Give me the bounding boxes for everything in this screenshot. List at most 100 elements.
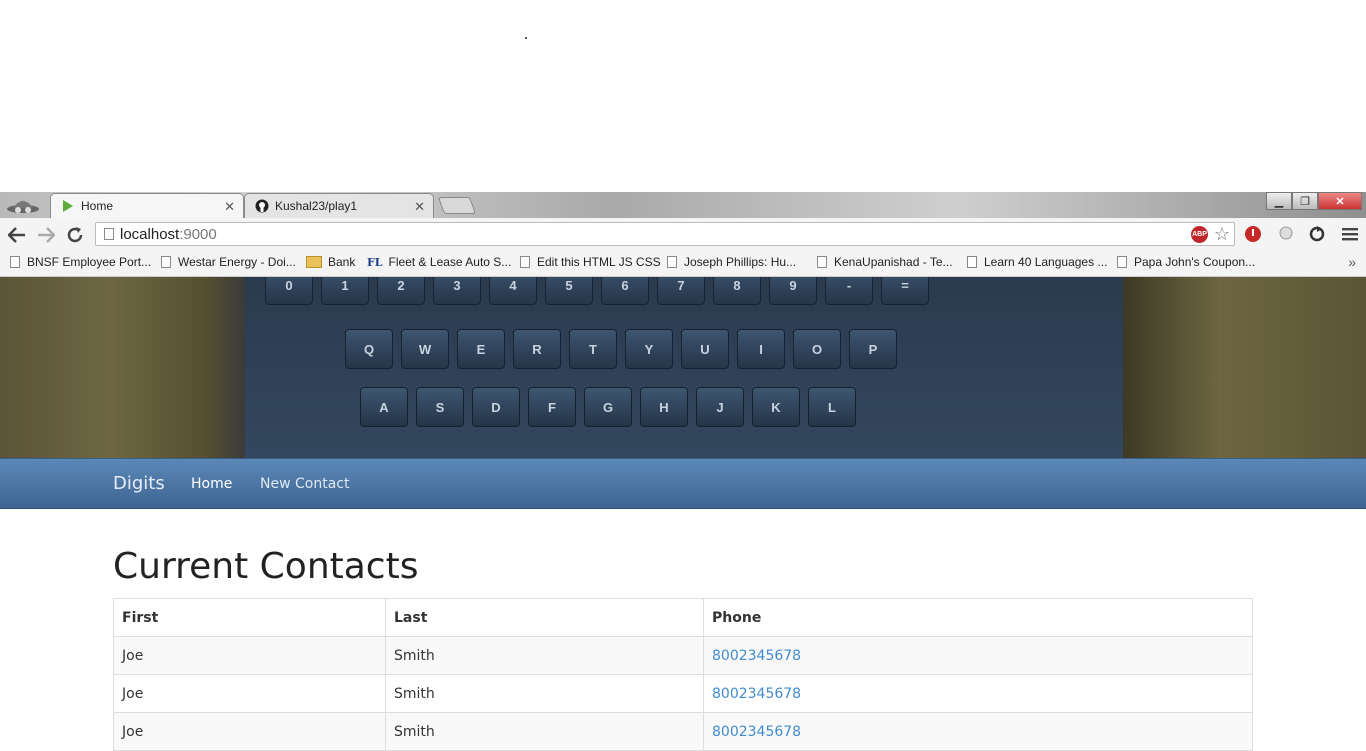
keyboard-key: 4 — [489, 277, 537, 305]
address-url[interactable]: localhost:9000 — [120, 226, 217, 243]
keyboard-key: P — [849, 329, 897, 369]
keyboard-key: D — [472, 387, 520, 427]
keyboard-key: E — [457, 329, 505, 369]
site-navbar: Digits Home New Contact — [0, 458, 1366, 509]
page-icon — [104, 228, 114, 240]
keyboard-key: G — [584, 387, 632, 427]
back-button[interactable] — [6, 224, 28, 246]
close-window-button[interactable]: ✕ — [1318, 192, 1362, 210]
close-tab-icon[interactable]: ✕ — [414, 199, 425, 215]
tab-title: Home — [81, 199, 114, 213]
first-name-cell: Joe — [113, 712, 386, 751]
restore-button[interactable]: ❐ — [1292, 192, 1318, 210]
keyboard-key: = — [881, 277, 929, 305]
first-name-cell: Joe — [113, 636, 386, 675]
last-name-cell: Smith — [385, 712, 704, 751]
stop-extension-icon[interactable] — [1244, 225, 1262, 243]
sync-extension-icon[interactable] — [1308, 225, 1326, 243]
close-tab-icon[interactable]: ✕ — [224, 199, 235, 215]
nav-new-contact-link[interactable]: New Contact — [260, 476, 349, 492]
browser-toolbar: localhost:9000 ABP ☆ — [0, 218, 1366, 252]
bookmark-item[interactable]: Learn 40 Languages ... — [967, 255, 1107, 269]
brand-link[interactable]: Digits — [113, 473, 165, 494]
keyboard-key: 0 — [265, 277, 313, 305]
fl-icon: FL — [367, 255, 383, 269]
bookmark-item[interactable]: Papa John's Coupon... — [1117, 255, 1255, 269]
nav-home-link[interactable]: Home — [191, 476, 232, 492]
phone-cell: 8002345678 — [703, 636, 1253, 675]
folder-icon — [306, 256, 322, 268]
bookmark-item[interactable]: Westar Energy - Doi... — [161, 255, 296, 269]
new-tab-button[interactable] — [437, 197, 477, 214]
browser-tab-strip: Home ✕ Kushal23/play1 ✕ ▁ ❐ ✕ — [0, 192, 1366, 218]
page-icon — [161, 256, 171, 268]
keyboard-key: O — [793, 329, 841, 369]
keyboard-row: ASDFGHJKL — [360, 387, 856, 427]
page-icon — [667, 256, 677, 268]
moss-texture — [1123, 277, 1366, 458]
keyboard-key: K — [752, 387, 800, 427]
keyboard-key: 1 — [321, 277, 369, 305]
page-icon — [520, 256, 530, 268]
page-icon — [10, 256, 20, 268]
forward-button[interactable] — [35, 224, 57, 246]
column-header-first: First — [113, 598, 386, 637]
reload-button[interactable] — [64, 224, 86, 246]
page-title: Current Contacts — [113, 546, 419, 587]
forward-arrow-icon — [38, 227, 55, 243]
back-arrow-icon — [8, 227, 25, 243]
keyboard-image: 0 1 2 3 4 5 6 7 8 9- = QWERTYUIOP ASDFGHJKL — [245, 277, 1123, 458]
bookmarks-bar: BNSF Employee Port... Westar Energy - Do… — [0, 251, 1366, 277]
keyboard-key: A — [360, 387, 408, 427]
keyboard-key: I — [737, 329, 785, 369]
keyboard-key: S — [416, 387, 464, 427]
github-icon — [255, 199, 269, 213]
keyboard-key: R — [513, 329, 561, 369]
page-icon — [967, 256, 977, 268]
bookmark-item[interactable]: FL Fleet & Lease Auto S... — [367, 255, 511, 269]
keyboard-row: QWERTYUIOP — [345, 329, 897, 369]
menu-icon[interactable] — [1341, 225, 1359, 243]
tab-github[interactable]: Kushal23/play1 ✕ — [244, 193, 434, 218]
stray-dot — [525, 37, 527, 39]
column-header-last: Last — [385, 598, 704, 637]
minimize-button[interactable]: ▁ — [1266, 192, 1292, 210]
phone-link[interactable]: 8002345678 — [712, 648, 801, 664]
adblock-icon[interactable]: ABP — [1191, 226, 1208, 243]
keyboard-key: 3 — [433, 277, 481, 305]
keyboard-key: J — [696, 387, 744, 427]
bookmark-item[interactable]: BNSF Employee Port... — [10, 255, 151, 269]
tab-title: Kushal23/play1 — [275, 199, 358, 213]
keyboard-key: 8 — [713, 277, 761, 305]
bookmark-star-icon[interactable]: ☆ — [1214, 224, 1230, 245]
address-bar[interactable]: localhost:9000 ABP ☆ — [95, 222, 1235, 246]
bookmark-item[interactable]: Joseph Phillips: Hu... — [667, 255, 796, 269]
keyboard-banner-image: 0 1 2 3 4 5 6 7 8 9- = QWERTYUIOP ASDFGHJKL — [0, 277, 1366, 458]
play-icon — [61, 199, 75, 213]
incognito-icon — [7, 201, 39, 213]
phone-link[interactable]: 8002345678 — [712, 724, 801, 740]
keyboard-key: 6 — [601, 277, 649, 305]
contacts-table: First Last Phone Joe Smith 8002345678 Jo… — [113, 598, 1253, 751]
keyboard-key: 7 — [657, 277, 705, 305]
phone-link[interactable]: 8002345678 — [712, 686, 801, 702]
tab-home[interactable]: Home ✕ — [50, 193, 244, 218]
keyboard-key: - — [825, 277, 873, 305]
bookmark-item[interactable]: Edit this HTML JS CSS — [520, 255, 661, 269]
keyboard-row: 0 1 2 3 4 5 6 7 8 9- = — [265, 277, 929, 305]
last-name-cell: Smith — [385, 674, 704, 713]
phone-cell: 8002345678 — [703, 674, 1253, 713]
keyboard-key: H — [640, 387, 688, 427]
keyboard-key: 9 — [769, 277, 817, 305]
bookmark-folder[interactable]: Bank — [306, 255, 355, 269]
keyboard-key: F — [528, 387, 576, 427]
keyboard-key: L — [808, 387, 856, 427]
table-header-row: First Last Phone — [113, 598, 1253, 637]
phone-cell: 8002345678 — [703, 712, 1253, 751]
more-bookmarks-button[interactable]: » — [1348, 254, 1356, 270]
reload-icon — [67, 227, 83, 243]
keyboard-key: Q — [345, 329, 393, 369]
desktop-blank-area — [0, 0, 1366, 192]
bookmark-item[interactable]: KenaUpanishad - Te... — [817, 255, 953, 269]
search-extension-icon[interactable] — [1278, 225, 1296, 243]
